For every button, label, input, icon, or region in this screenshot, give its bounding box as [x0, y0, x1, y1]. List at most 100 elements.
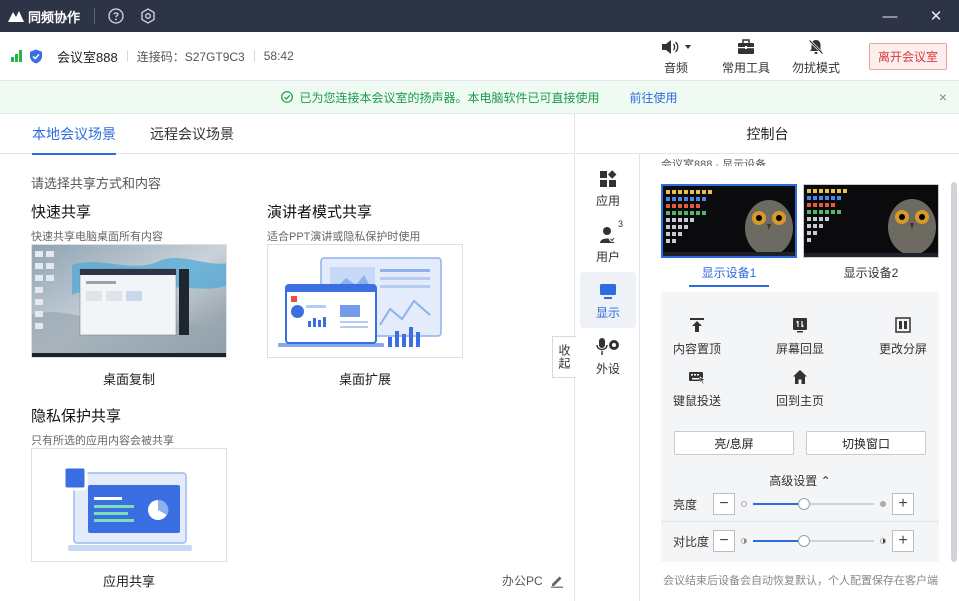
pin-top-icon — [652, 314, 742, 336]
monitor-1-preview[interactable] — [661, 184, 797, 258]
change-split-label: 更改分屏 — [878, 342, 927, 356]
scrollbar[interactable] — [951, 182, 957, 562]
card-subtitle: 只有所选的应用内容会被共享 — [31, 435, 174, 447]
dnd-label: 勿扰模式 — [791, 61, 840, 75]
desktop-extend-thumbnail[interactable] — [267, 244, 463, 358]
contrast-slider[interactable] — [741, 534, 886, 548]
contrast-row: 对比度 − + — [661, 526, 939, 556]
scene-tabs: 本地会议场景 远程会议场景 — [0, 114, 574, 155]
signal-icon — [11, 50, 23, 62]
change-split-button[interactable]: 更改分屏 — [858, 314, 948, 357]
speaker-icon — [661, 37, 691, 57]
pin-content-button[interactable]: 内容置顶 — [652, 314, 742, 357]
app-share-label: 应用共享 — [102, 574, 155, 589]
slider-knob[interactable] — [797, 535, 810, 547]
slider-knob[interactable] — [797, 498, 810, 510]
bell-off-icon — [808, 37, 824, 57]
banner-close-icon[interactable]: × — [939, 89, 947, 105]
audio-label: 音频 — [663, 61, 688, 75]
brightness-row: 亮度 − + — [661, 489, 939, 519]
common-tools-label: 常用工具 — [721, 61, 770, 75]
home-button[interactable]: 回到主页 — [755, 366, 845, 409]
home-icon — [755, 366, 845, 388]
brightness-label: 亮度 — [673, 497, 698, 512]
desktop-extend-label: 桌面扩展 — [338, 372, 391, 387]
monitor-2-label[interactable]: 显示设备2 — [803, 264, 939, 281]
divider — [126, 50, 128, 62]
nav-apps[interactable]: 应用 — [580, 160, 636, 216]
console-nav: 应用 3 用户 显示 外设 — [576, 154, 640, 601]
monitor-1-label[interactable]: 显示设备1 — [661, 264, 797, 287]
leave-room-button[interactable]: 离开会议室 — [868, 43, 947, 70]
office-pc-name[interactable]: 办公PC — [502, 572, 564, 589]
advanced-settings-toggle[interactable]: 高级设置 ⌃ — [661, 472, 939, 489]
nav-users-label: 用户 — [595, 249, 620, 264]
audio-button[interactable]: 音频 — [647, 32, 705, 81]
nav-apps-label: 应用 — [595, 193, 620, 208]
share-panel: 本地会议场景 远程会议场景 请选择共享方式和内容 快速共享 快速共享电脑桌面所有… — [0, 114, 576, 601]
tab-local-scene[interactable]: 本地会议场景 — [32, 114, 116, 155]
console-title: 控制台 — [576, 114, 959, 154]
settings-icon[interactable] — [139, 7, 157, 25]
toolbox-icon — [737, 37, 755, 57]
speaker-connected-banner: 已为您连接本会议室的扬声器。本电脑软件已可直接使用 前往使用 × — [0, 81, 959, 114]
monitor-2-preview[interactable] — [803, 184, 939, 258]
nav-display-label: 显示 — [595, 305, 620, 320]
collapse-button[interactable]: 收起 — [552, 336, 576, 378]
presenter-share-card: 演讲者模式共享 适合PPT演讲或隐私保护时使用 — [267, 201, 420, 244]
kvm-cast-button[interactable]: 键鼠投送 — [652, 366, 742, 409]
close-window-icon[interactable]: ✕ — [913, 7, 959, 25]
toolbar-tools: 音频 常用工具 勿扰模式 离开会议室 — [647, 32, 959, 81]
office-pc-label: 办公PC — [502, 574, 543, 588]
card-subtitle: 适合PPT演讲或隐私保护时使用 — [267, 231, 421, 243]
meeting-timer: 58:42 — [263, 49, 294, 63]
tab-remote-scene[interactable]: 远程会议场景 — [150, 114, 234, 154]
banner-go-link[interactable]: 前往使用 — [630, 89, 678, 106]
contrast-decrease-button[interactable]: − — [713, 530, 735, 552]
nav-users[interactable]: 3 用户 — [580, 216, 636, 272]
split-screen-icon — [858, 314, 948, 336]
contrast-label: 对比度 — [673, 534, 710, 549]
brightness-high-icon — [880, 501, 886, 507]
app-name: 同频协作 — [28, 9, 81, 25]
display-controls: 内容置顶 屏幕回显 更改分屏 键鼠投送 回到主页 亮/息屏 切换窗口 高级设置 … — [661, 292, 939, 562]
shield-icon — [30, 49, 42, 63]
screen-echo-button[interactable]: 屏幕回显 — [755, 314, 845, 357]
console-panel: 控制台 应用 3 用户 显示 外设 会议室888 · 显示设备 显示设备1 显示… — [576, 114, 959, 601]
meeting-toolbar: 会议室888 连接码：S27GT9C3 58:42 音频 常用工具 勿扰模式 离… — [0, 32, 959, 81]
desktop-mirror-thumbnail[interactable] — [31, 244, 227, 358]
display-settings: 会议室888 · 显示设备 显示设备1 显示设备2 内容置顶 屏幕回显 更改分屏… — [641, 154, 959, 601]
monitor-icon — [599, 280, 617, 302]
screen-toggle-button[interactable]: 亮/息屏 — [674, 431, 794, 455]
screen-echo-icon — [755, 314, 845, 336]
apps-icon — [599, 168, 617, 190]
contrast-increase-button[interactable]: + — [892, 530, 914, 552]
edit-icon[interactable] — [550, 574, 564, 588]
card-subtitle: 快速共享电脑桌面所有内容 — [31, 231, 163, 243]
app-share-thumbnail[interactable] — [31, 448, 227, 562]
brightness-increase-button[interactable]: + — [892, 493, 914, 515]
keyboard-mouse-icon — [652, 366, 742, 388]
brightness-decrease-button[interactable]: − — [713, 493, 735, 515]
brightness-low-icon — [741, 501, 747, 507]
app-logo-icon — [8, 11, 24, 22]
dnd-button[interactable]: 勿扰模式 — [783, 32, 849, 81]
minimize-icon[interactable]: — — [867, 8, 913, 25]
banner-message: 已为您连接本会议室的扬声器。本电脑软件已可直接使用 — [299, 90, 600, 105]
divider — [253, 50, 255, 62]
screen-echo-label: 屏幕回显 — [775, 342, 824, 356]
nav-peripherals-label: 外设 — [595, 361, 620, 376]
share-prompt: 请选择共享方式和内容 — [31, 176, 162, 191]
quick-share-card: 快速共享 快速共享电脑桌面所有内容 — [31, 201, 163, 244]
nav-peripherals[interactable]: 外设 — [580, 328, 636, 384]
help-icon[interactable] — [107, 7, 125, 25]
common-tools-button[interactable]: 常用工具 — [713, 32, 779, 81]
switch-window-button[interactable]: 切换窗口 — [806, 431, 926, 455]
kvm-cast-label: 键鼠投送 — [672, 394, 721, 408]
card-title: 演讲者模式共享 — [267, 204, 373, 221]
brightness-slider[interactable] — [741, 497, 886, 511]
nav-display[interactable]: 显示 — [580, 272, 636, 328]
check-circle-icon — [281, 91, 294, 103]
room-name: 会议室888 — [57, 49, 118, 65]
contrast-high-icon — [880, 538, 886, 544]
